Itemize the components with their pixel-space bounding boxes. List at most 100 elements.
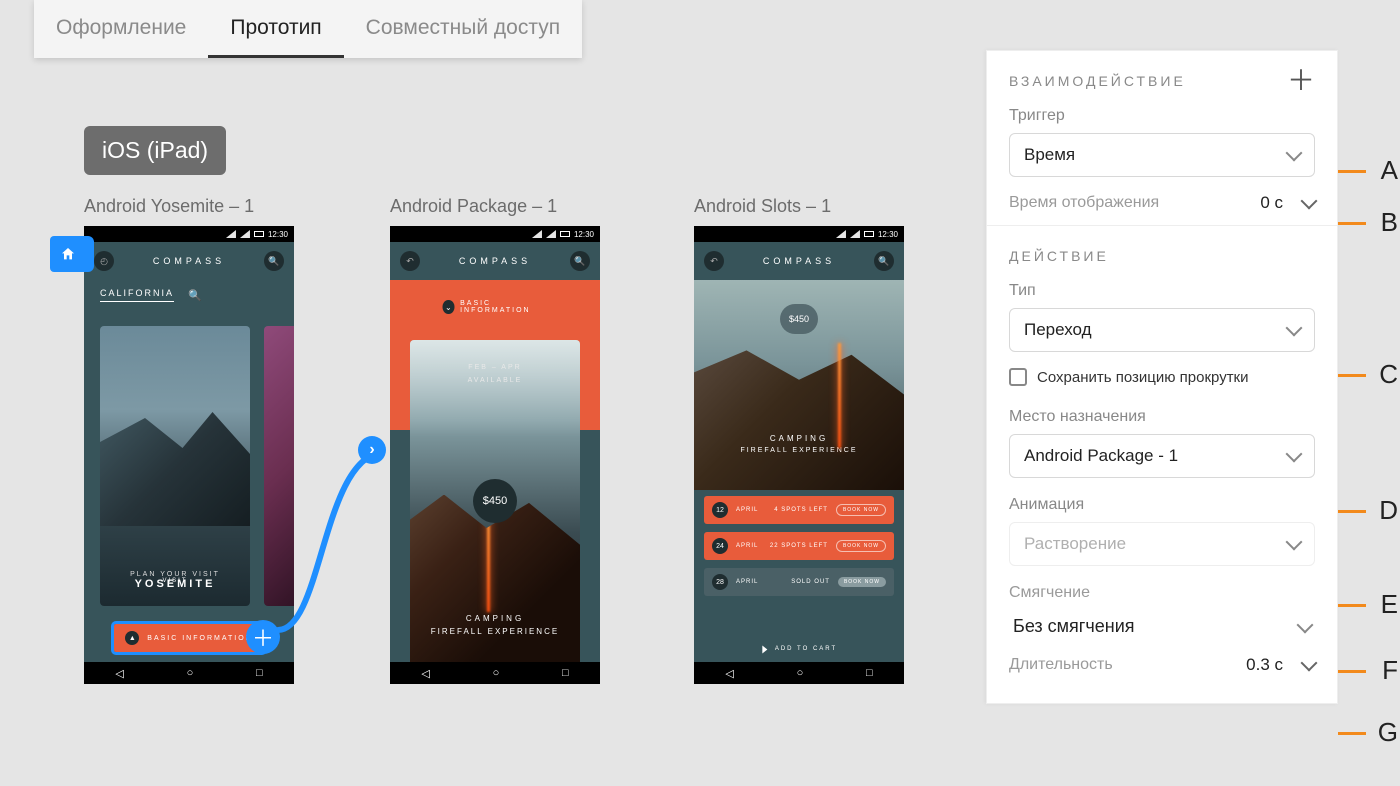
artboard-label[interactable]: Android Package – 1 <box>390 196 557 217</box>
preserve-scroll-label: Сохранить позицию прокрутки <box>1037 369 1249 386</box>
booking-slot: 28APRILSOLD OUTBOOK NOW <box>704 568 894 596</box>
availability-range: FEB – APR <box>468 362 523 375</box>
slot-spots: 22 SPOTS LEFT <box>770 543 828 549</box>
booking-slot: 24 APRIL 22 SPOTS LEFT BOOK NOW <box>704 532 894 560</box>
slot-spots: 4 SPOTS LEFT <box>774 507 828 513</box>
slot-spots: SOLD OUT <box>791 579 830 585</box>
android-status-bar: 12:30 <box>390 226 600 242</box>
chevron-down-icon <box>1297 616 1314 633</box>
search-icon: 🔍 <box>188 289 202 302</box>
play-icon <box>762 645 767 653</box>
display-time-dropdown[interactable]: 0 с <box>1260 193 1315 213</box>
slot-month: APRIL <box>736 507 758 513</box>
easing-dropdown[interactable]: Без смягчения <box>1009 610 1315 643</box>
android-nav-bar: ◁○□ <box>694 662 904 684</box>
app-brand: COMPASS <box>459 256 531 266</box>
price-badge: $450 <box>780 304 818 334</box>
artboard-label[interactable]: Android Yosemite – 1 <box>84 196 254 217</box>
mode-tab-bar: Оформление Прототип Совместный доступ <box>34 0 582 58</box>
easing-label: Смягчение <box>1009 584 1315 602</box>
preserve-scroll-checkbox-row[interactable]: Сохранить позицию прокрутки <box>1009 368 1315 386</box>
experience-label: FIREFALL EXPERIENCE <box>410 627 580 636</box>
callout-C: C <box>1379 359 1398 390</box>
back-icon: ↶ <box>704 251 724 271</box>
book-now-button: BOOK NOW <box>836 540 886 552</box>
trigger-value: Время <box>1024 145 1075 165</box>
basic-information-button[interactable]: ▲ BASIC INFORMATION <box>114 624 264 652</box>
duration-dropdown[interactable]: 0.3 с <box>1246 655 1315 675</box>
animation-dropdown[interactable]: Растворение <box>1009 522 1315 566</box>
destination-dropdown[interactable]: Android Package - 1 <box>1009 434 1315 478</box>
artboard-label[interactable]: Android Slots – 1 <box>694 196 831 217</box>
action-section-title: ДЕЙСТВИЕ <box>1009 248 1109 264</box>
easing-value: Без смягчения <box>1013 616 1135 637</box>
mountain-icon: ▲ <box>125 631 139 645</box>
chevron-down-icon <box>1301 655 1318 672</box>
availability-label: AVAILABLE <box>468 375 523 388</box>
interaction-section-title: ВЗАИМОДЕЙСТВИЕ <box>1009 73 1186 89</box>
cart-label: ADD TO CART <box>775 646 837 652</box>
chevron-down-icon <box>1301 193 1318 210</box>
tab-share[interactable]: Совместный доступ <box>344 0 582 58</box>
animation-value: Растворение <box>1024 534 1126 554</box>
destination-card: PLAN YOUR VISIT YOSEMITE VISIT <box>100 326 250 606</box>
card-title: YOSEMITE <box>135 578 216 590</box>
compass-icon: ◴ <box>94 251 114 271</box>
animation-label: Анимация <box>1009 496 1315 514</box>
button-label: BASIC INFORMATION <box>147 635 252 642</box>
book-now-button: BOOK NOW <box>838 577 886 587</box>
category-tab-selected: CALIFORNIA <box>100 288 174 302</box>
app-brand: COMPASS <box>763 256 835 266</box>
artboard-slots[interactable]: 12:30 ↶ COMPASS 🔍 $450 CAMPING FIREFALL … <box>694 226 904 684</box>
callout-G: G <box>1378 717 1398 748</box>
duration-value: 0.3 с <box>1246 655 1283 675</box>
home-icon <box>60 246 76 262</box>
trigger-dropdown[interactable]: Время <box>1009 133 1315 177</box>
connection-handle-plus[interactable]: ＋ <box>246 620 280 654</box>
slot-month: APRIL <box>736 543 758 549</box>
camping-label: CAMPING <box>694 434 904 443</box>
search-icon: 🔍 <box>874 251 894 271</box>
chevron-down-icon <box>1286 145 1303 162</box>
prototype-canvas[interactable]: Оформление Прототип Совместный доступ iO… <box>0 0 1400 786</box>
app-header: ↶ COMPASS 🔍 <box>390 242 600 280</box>
app-header: ◴ COMPASS 🔍 <box>84 242 294 280</box>
checkbox-unchecked[interactable] <box>1009 368 1027 386</box>
card-subtitle: PLAN YOUR VISIT <box>130 571 220 578</box>
callout-A: A <box>1381 155 1398 186</box>
home-artboard-badge[interactable] <box>50 236 86 272</box>
search-icon: 🔍 <box>570 251 590 271</box>
price-badge: $450 <box>473 479 517 523</box>
slot-month: APRIL <box>736 579 758 585</box>
artboard-package[interactable]: 12:30 ↶ COMPASS 🔍 ⌄ BASIC INFORMATION FE… <box>390 226 600 684</box>
tab-design[interactable]: Оформление <box>34 0 208 58</box>
chip-label: BASIC INFORMATION <box>460 300 547 314</box>
action-type-dropdown[interactable]: Переход <box>1009 308 1315 352</box>
android-status-bar: 12:30 <box>84 226 294 242</box>
duration-label: Длительность <box>1009 656 1113 674</box>
day-badge: 24 <box>712 538 728 554</box>
search-icon: 🔍 <box>264 251 284 271</box>
back-icon: ↶ <box>400 251 420 271</box>
type-label: Тип <box>1009 282 1315 300</box>
connection-arrow-node[interactable]: › <box>358 436 386 464</box>
app-brand: COMPASS <box>153 256 225 266</box>
destination-label: Место назначения <box>1009 408 1315 426</box>
chevron-down-icon <box>1286 446 1303 463</box>
booking-slots: 12APRIL4 SPOTS LEFTBOOK NOW24APRIL22 SPO… <box>704 496 894 596</box>
chevron-down-icon: ⌄ <box>443 300 455 314</box>
callout-B: B <box>1381 207 1398 238</box>
artboard-yosemite[interactable]: 12:30 ◴ COMPASS 🔍 CALIFORNIA 🔍 PLAN YOUR… <box>84 226 294 684</box>
tab-prototype[interactable]: Прототип <box>208 0 343 58</box>
info-chip: ⌄ BASIC INFORMATION <box>443 300 548 314</box>
camping-label: CAMPING <box>410 614 580 623</box>
peek-card <box>264 326 294 606</box>
android-status-bar: 12:30 <box>694 226 904 242</box>
experience-label: FIREFALL EXPERIENCE <box>694 447 904 454</box>
callout-E: E <box>1381 589 1398 620</box>
booking-slot: 12APRIL4 SPOTS LEFTBOOK NOW <box>704 496 894 524</box>
chevron-down-icon <box>1286 534 1303 551</box>
chevron-down-icon <box>1286 320 1303 337</box>
interaction-panel: ВЗАИМОДЕЙСТВИЕ ＋ Триггер Время Время ото… <box>986 50 1338 704</box>
device-size-chip[interactable]: iOS (iPad) <box>84 126 226 175</box>
